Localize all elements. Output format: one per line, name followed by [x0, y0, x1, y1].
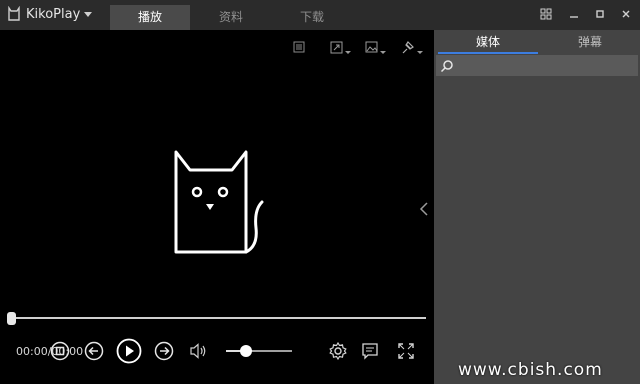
tab-download[interactable]: 下载 [272, 5, 352, 30]
tab-danmaku[interactable]: 弹幕 [540, 30, 640, 54]
tab-library[interactable]: 资料 [192, 5, 270, 30]
volume-handle[interactable] [239, 345, 252, 357]
app-menu-caret-icon[interactable] [84, 12, 92, 17]
seek-handle[interactable] [7, 312, 16, 325]
chevron-left-icon[interactable] [418, 201, 430, 217]
maximize-icon[interactable] [592, 6, 608, 22]
playlist-icon[interactable] [292, 40, 306, 56]
watermark: www.cbish.com [458, 360, 603, 380]
pin-icon[interactable] [400, 40, 424, 56]
danmaku-toggle-icon[interactable] [360, 341, 380, 365]
search-icon [440, 58, 454, 77]
tab-play[interactable]: 播放 [110, 5, 190, 30]
grid-icon[interactable] [538, 6, 554, 22]
next-icon[interactable] [154, 341, 174, 365]
settings-gear-icon[interactable] [328, 341, 348, 365]
close-icon[interactable] [618, 6, 634, 22]
seek-bar[interactable] [12, 317, 426, 319]
video-area[interactable]: 00:00/00:00 [0, 30, 432, 384]
play-icon[interactable] [116, 338, 142, 368]
volume-icon[interactable] [188, 341, 208, 365]
fullscreen-icon[interactable] [396, 341, 416, 365]
tab-media[interactable]: 媒体 [438, 30, 538, 54]
side-panel: 媒体 弹幕 [434, 30, 640, 384]
app-logo-icon [6, 5, 22, 22]
active-tab-indicator [438, 52, 538, 54]
cat-logo-icon [174, 150, 264, 254]
title-bar: KikoPlay 播放 资料 下载 [0, 0, 640, 30]
screenshot-icon[interactable] [330, 40, 352, 56]
minimize-icon[interactable] [566, 6, 582, 22]
previous-icon[interactable] [84, 341, 104, 365]
stop-icon[interactable] [50, 341, 70, 365]
app-title[interactable]: KikoPlay [26, 7, 80, 22]
image-icon[interactable] [365, 40, 387, 56]
search-input[interactable] [436, 55, 638, 76]
